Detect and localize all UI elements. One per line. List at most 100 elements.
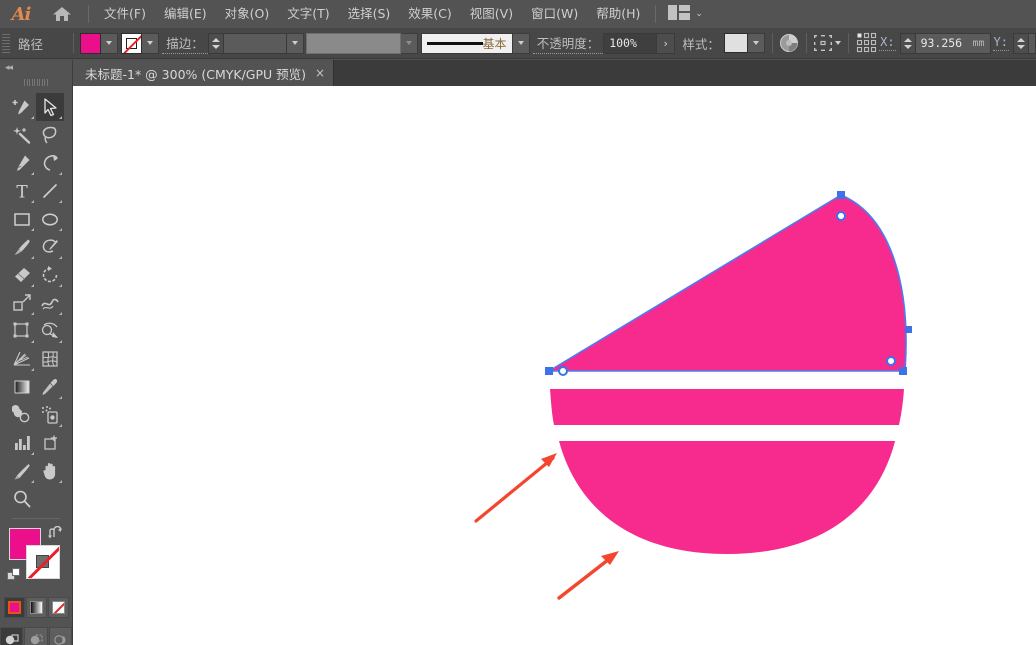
menu-effect[interactable]: 效果(C) <box>399 0 460 28</box>
width-profile-control[interactable] <box>306 33 418 54</box>
default-fill-stroke-button[interactable] <box>7 568 21 585</box>
y-position-input[interactable] <box>1028 33 1036 54</box>
graphic-style-control[interactable] <box>724 33 765 53</box>
tool-list: T <box>0 89 73 513</box>
align-control[interactable] <box>813 34 841 52</box>
workspace-switcher[interactable]: ⌄ <box>662 0 709 28</box>
tool-curvature[interactable] <box>36 149 64 177</box>
width-profile-input[interactable] <box>306 33 401 54</box>
menu-view[interactable]: 视图(V) <box>461 0 522 28</box>
anchor-handle-bottom-left[interactable] <box>559 367 567 375</box>
graphic-style-dropdown-button[interactable] <box>748 33 765 53</box>
draw-behind[interactable] <box>24 627 47 645</box>
close-icon[interactable]: × <box>315 67 325 79</box>
brush-definition-control[interactable]: 基本 <box>421 33 530 54</box>
tool-lasso[interactable] <box>36 121 64 149</box>
fill-swatch[interactable] <box>80 33 101 54</box>
home-icon[interactable] <box>42 0 82 28</box>
anchor-point-bottom-right[interactable] <box>899 367 907 375</box>
tool-type[interactable]: T <box>8 177 36 205</box>
tool-slice[interactable] <box>8 457 36 485</box>
anchor-handle-top[interactable] <box>837 212 845 220</box>
recolor-artwork-button[interactable] <box>779 31 799 55</box>
swap-fill-stroke-button[interactable] <box>48 526 64 543</box>
y-position-control[interactable] <box>1013 33 1036 54</box>
band-middle[interactable] <box>550 389 904 425</box>
stroke-weight-control[interactable] <box>208 33 304 54</box>
tool-gradient[interactable] <box>8 373 36 401</box>
tool-hand[interactable] <box>36 457 64 485</box>
x-position-input[interactable]: 93.256 mm <box>915 33 991 54</box>
mode-gradient[interactable] <box>26 597 47 618</box>
tool-selection[interactable] <box>36 93 64 121</box>
anchor-handle-bottom-right[interactable] <box>887 357 895 365</box>
brush-dropdown-button[interactable] <box>513 33 530 54</box>
tool-ellipse[interactable] <box>36 205 64 233</box>
anchor-point-top[interactable] <box>837 191 845 199</box>
width-profile-dropdown-button[interactable] <box>401 33 418 54</box>
stroke-color-control[interactable] <box>121 33 159 54</box>
tool-magic-wand[interactable] <box>8 121 36 149</box>
mode-color[interactable] <box>4 597 25 618</box>
graphic-style-swatch[interactable] <box>724 33 748 53</box>
mode-none[interactable] <box>48 597 69 618</box>
tool-mesh[interactable] <box>36 345 64 373</box>
tool-add-anchor-point[interactable] <box>8 93 36 121</box>
opacity-control[interactable]: 100% › <box>603 33 675 54</box>
tool-rotate[interactable] <box>36 261 64 289</box>
tool-eyedropper[interactable] <box>36 373 64 401</box>
tool-shaper[interactable] <box>36 233 64 261</box>
stroke-swatch-none[interactable] <box>121 33 142 54</box>
tool-paintbrush[interactable] <box>8 233 36 261</box>
tools-panel-collapse-button[interactable]: ◂◂ <box>0 60 72 76</box>
tool-zoom[interactable] <box>8 485 36 513</box>
menu-select[interactable]: 选择(S) <box>339 0 400 28</box>
stroke-weight-stepper[interactable] <box>208 33 223 54</box>
x-position-stepper[interactable] <box>900 33 915 54</box>
stroke-weight-label[interactable]: 描边： <box>162 33 208 54</box>
opacity-input[interactable]: 100% <box>603 33 657 54</box>
tool-blend[interactable] <box>8 401 36 429</box>
stroke-weight-input[interactable] <box>223 33 287 54</box>
opacity-flyout-button[interactable]: › <box>657 33 675 54</box>
tool-shape-builder[interactable] <box>36 317 64 345</box>
menu-file[interactable]: 文件(F) <box>95 0 155 28</box>
document-tab[interactable]: 未标题-1* @ 300% (CMYK/GPU 预览) × <box>73 60 334 86</box>
tool-rectangle[interactable] <box>8 205 36 233</box>
tool-width[interactable] <box>36 289 64 317</box>
anchor-point-right-middle[interactable] <box>905 326 912 333</box>
tool-line-segment[interactable] <box>36 177 64 205</box>
fill-dropdown-button[interactable] <box>101 33 118 54</box>
control-bar-grip[interactable] <box>2 32 10 54</box>
tool-column-graph[interactable] <box>8 429 36 457</box>
anchor-point-bottom-left[interactable] <box>545 367 553 375</box>
tool-perspective-grid[interactable] <box>8 345 36 373</box>
menu-window[interactable]: 窗口(W) <box>522 0 587 28</box>
document-canvas[interactable] <box>73 86 1036 645</box>
opacity-label[interactable]: 不透明度： <box>533 33 604 54</box>
tool-pen[interactable] <box>8 149 36 177</box>
brush-definition-input[interactable]: 基本 <box>421 33 513 54</box>
toolbar-stroke-swatch-none[interactable] <box>26 545 60 579</box>
x-position-control[interactable]: 93.256 mm <box>900 33 991 54</box>
draw-inside[interactable] <box>49 627 72 645</box>
tools-panel-grip[interactable] <box>0 76 72 89</box>
tool-symbol-sprayer[interactable] <box>36 401 64 429</box>
reference-point-selector[interactable] <box>856 31 878 55</box>
stroke-dropdown-button[interactable] <box>142 33 159 54</box>
menu-object[interactable]: 对象(O) <box>216 0 279 28</box>
tool-scale[interactable] <box>8 289 36 317</box>
pie-wedge-top[interactable] <box>549 195 906 371</box>
half-disc-bottom[interactable] <box>559 441 895 554</box>
tool-artboard[interactable] <box>36 429 64 457</box>
draw-normal[interactable] <box>0 627 23 645</box>
fill-control[interactable] <box>80 33 118 54</box>
illustrator-window: Ai 文件(F) 编辑(E) 对象(O) 文字(T) 选择(S) 效果(C) 视… <box>0 0 1036 645</box>
menu-type[interactable]: 文字(T) <box>278 0 338 28</box>
y-position-stepper[interactable] <box>1013 33 1028 54</box>
tool-eraser[interactable] <box>8 261 36 289</box>
menu-help[interactable]: 帮助(H) <box>587 0 649 28</box>
tool-free-transform[interactable] <box>8 317 36 345</box>
menu-edit[interactable]: 编辑(E) <box>155 0 216 28</box>
stroke-weight-dropdown-button[interactable] <box>287 33 304 54</box>
